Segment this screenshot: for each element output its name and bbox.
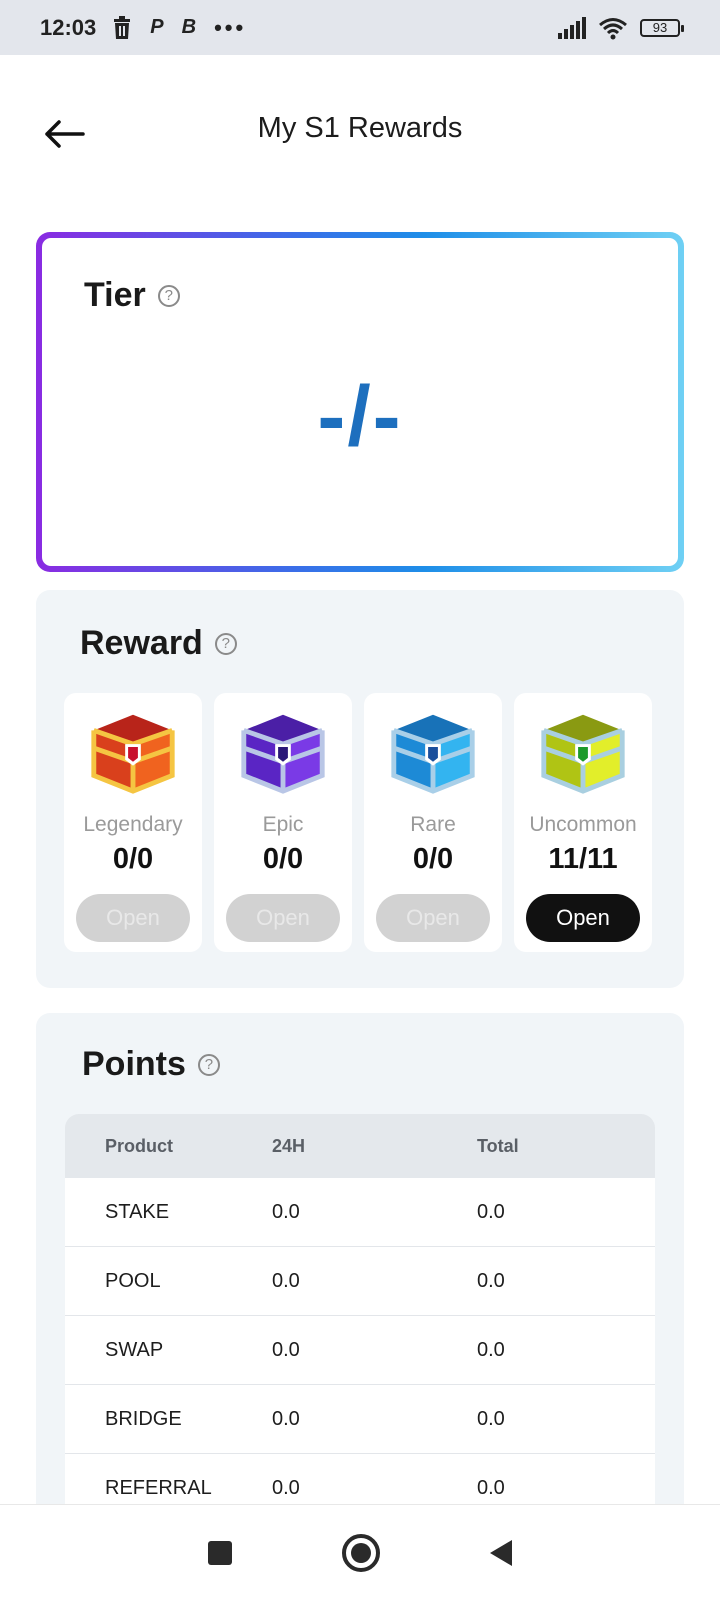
tier-card: Tier ? -/- (36, 232, 684, 572)
product-cell: STAKE (105, 1201, 170, 1223)
column-header-24h: 24H (272, 1136, 306, 1156)
table-header: Product 24H Total (65, 1114, 655, 1178)
recents-square-icon[interactable] (208, 1541, 232, 1565)
table-row: STAKE 0.0 0.0 (65, 1178, 655, 1247)
table-row: SWAP 0.0 0.0 (65, 1316, 655, 1385)
reward-help-icon[interactable]: ? (214, 632, 237, 655)
open-epic-button[interactable]: Open (226, 894, 340, 942)
page-title: My S1 Rewards (257, 112, 463, 144)
epic-chest-icon (241, 714, 325, 794)
chest-count: 11/11 (548, 843, 618, 875)
chest-count: 0/0 (262, 843, 304, 875)
chest-name: Epic (262, 813, 304, 836)
total-cell: 0.0 (477, 1339, 505, 1361)
tier-help-icon[interactable]: ? (157, 284, 180, 307)
home-circle-inner (351, 1543, 371, 1563)
trash-icon (114, 15, 131, 39)
total-cell: 0.0 (477, 1408, 505, 1430)
uncommon-chest-icon (541, 714, 625, 794)
home-circle-icon[interactable] (342, 1534, 380, 1572)
status-bar: 12:03 P B ••• 93 (0, 0, 720, 55)
tier-heading: Tier ? (84, 276, 180, 315)
reward-heading: Reward ? (80, 624, 237, 663)
rare-chest-icon (391, 714, 475, 794)
points-help-icon[interactable]: ? (197, 1053, 220, 1076)
reward-card: Reward ? Legendary 0/0 Open Epic 0/0 Ope… (36, 590, 684, 988)
reward-title: Reward (80, 624, 203, 662)
total-cell: 0.0 (477, 1201, 505, 1223)
system-nav-bar (0, 1504, 720, 1601)
product-cell: BRIDGE (105, 1408, 182, 1430)
chest-list: Legendary 0/0 Open Epic 0/0 Open Rare 0/… (64, 693, 652, 952)
signal-icon (558, 16, 586, 39)
24h-cell: 0.0 (272, 1201, 300, 1223)
points-card: Points ? Product 24H Total STAKE 0.0 0.0… (36, 1013, 684, 1533)
table-row: BRIDGE 0.0 0.0 (65, 1385, 655, 1454)
tier-card-body: Tier ? -/- (42, 238, 678, 566)
back-triangle-icon[interactable] (490, 1540, 512, 1566)
chest-name: Rare (410, 813, 456, 836)
column-header-total: Total (477, 1136, 519, 1156)
status-system-icons: 93 (558, 16, 684, 40)
battery-level: 93 (652, 20, 668, 35)
total-cell: 0.0 (477, 1270, 505, 1292)
legendary-chest-icon (91, 714, 175, 794)
chest-tile-rare: Rare 0/0 Open (364, 693, 502, 952)
tier-value: -/- (317, 369, 403, 463)
open-uncommon-button[interactable]: Open (526, 894, 640, 942)
24h-cell: 0.0 (272, 1339, 300, 1361)
chest-tile-epic: Epic 0/0 Open (214, 693, 352, 952)
points-title: Points (82, 1045, 186, 1083)
24h-cell: 0.0 (272, 1270, 300, 1292)
open-rare-button[interactable]: Open (376, 894, 490, 942)
b-app-icon: B (181, 16, 197, 38)
status-time: 12:03 (40, 14, 97, 40)
open-legendary-button[interactable]: Open (76, 894, 190, 942)
24h-cell: 0.0 (272, 1408, 300, 1430)
more-dots-icon: ••• (214, 14, 247, 40)
product-cell: POOL (105, 1270, 161, 1292)
product-cell: SWAP (105, 1339, 164, 1361)
column-header-product: Product (105, 1136, 174, 1156)
tier-title: Tier (84, 276, 146, 314)
p-app-icon: P (150, 16, 164, 38)
chest-name: Legendary (83, 813, 183, 836)
chest-count: 0/0 (412, 843, 454, 875)
chest-count: 0/0 (112, 843, 154, 875)
battery-icon: 93 (640, 18, 684, 37)
wifi-icon (599, 17, 627, 39)
chest-tile-legendary: Legendary 0/0 Open (64, 693, 202, 952)
points-heading: Points ? (82, 1045, 220, 1084)
chest-name: Uncommon (529, 813, 637, 836)
table-row: POOL 0.0 0.0 (65, 1247, 655, 1316)
status-notification-icons: P B ••• (112, 15, 246, 41)
chest-tile-uncommon: Uncommon 11/11 Open (514, 693, 652, 952)
points-table: Product 24H Total STAKE 0.0 0.0 POOL 0.0… (65, 1114, 655, 1523)
